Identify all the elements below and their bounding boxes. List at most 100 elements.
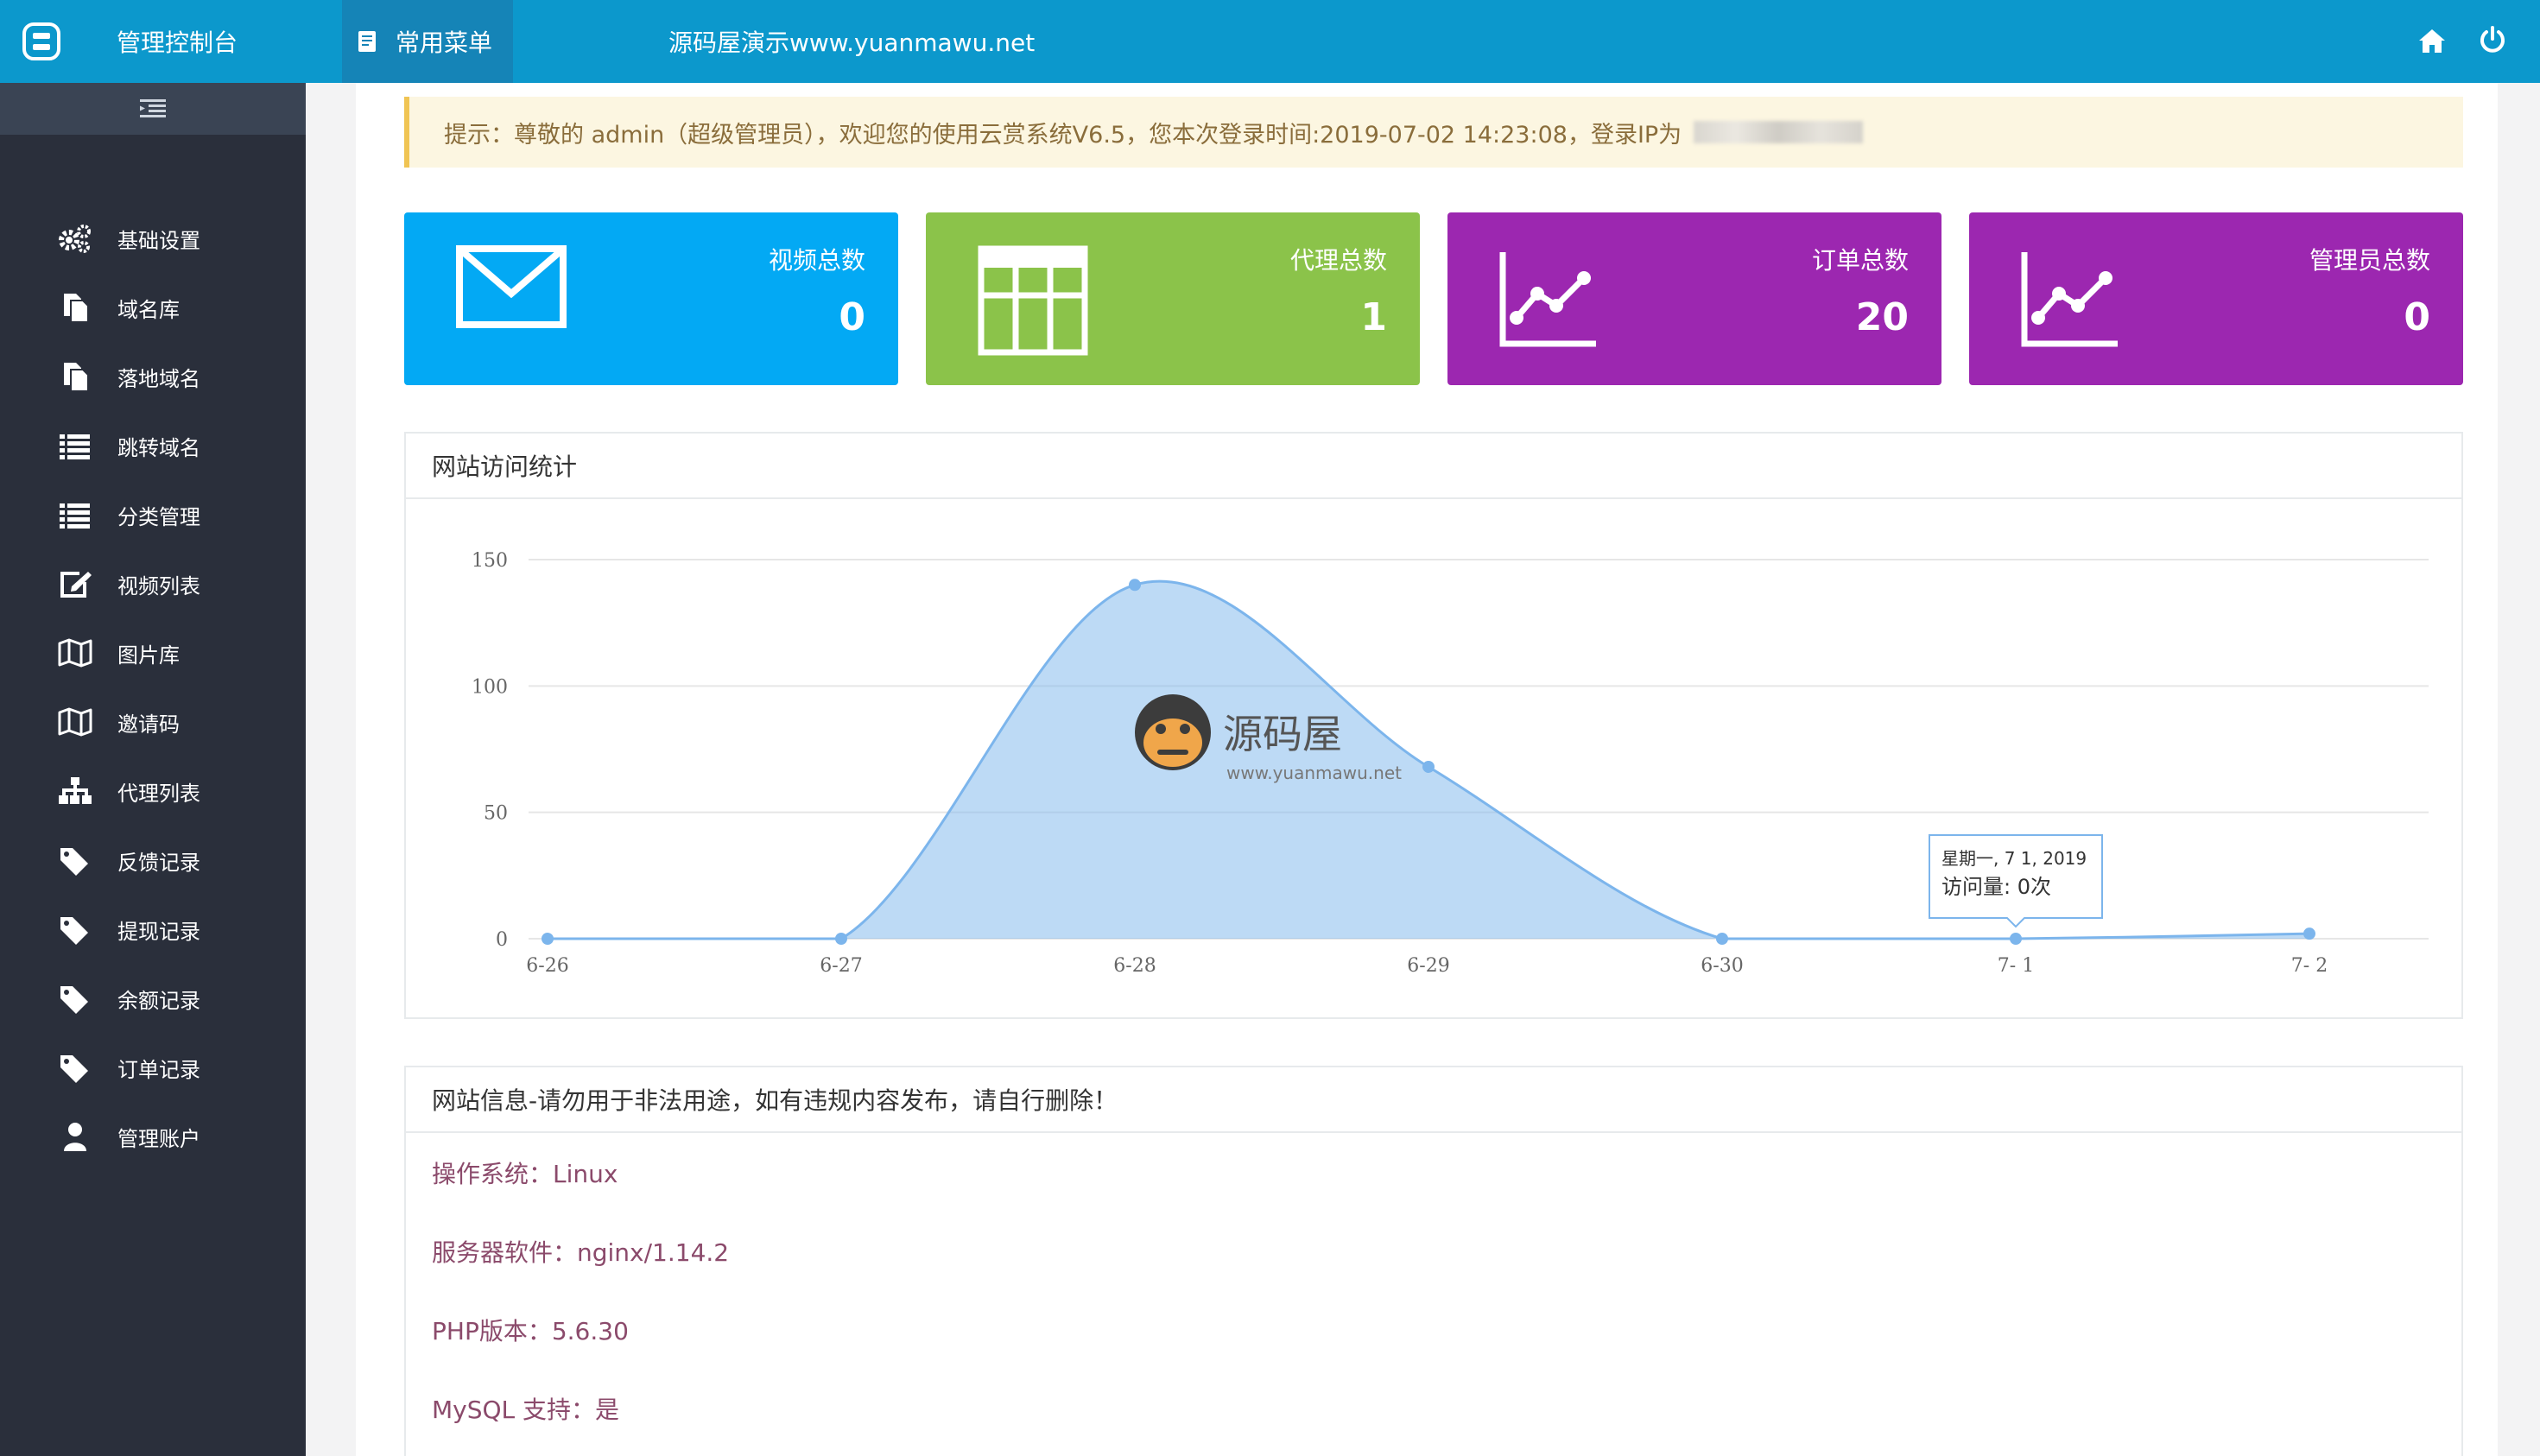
x-tick-label: 6-29 [1407, 955, 1449, 977]
y-tick-label: 50 [484, 803, 508, 825]
power-icon[interactable] [2477, 24, 2508, 55]
document-icon [358, 31, 376, 52]
stat-card-videos[interactable]: 视频总数 0 [404, 212, 898, 385]
monkey-eye [1180, 724, 1190, 734]
sitemap-icon [57, 775, 93, 807]
stat-cards: 视频总数 0 代理总数 1 订单总数 20 管理员总数 0 [404, 212, 2463, 385]
info-os: 操作系统：Linux [432, 1159, 618, 1188]
edit-icon [57, 568, 93, 599]
sidebar-item-redirect-domain[interactable]: 跳转域名 [0, 411, 306, 480]
sidebar-item-feedback-records[interactable]: 反馈记录 [0, 826, 306, 895]
watermark-name: 源码屋 [1223, 711, 1342, 757]
sidebar-item-label: 代理列表 [117, 781, 200, 806]
watermark-url: www.yuanmawu.net [1226, 763, 1402, 783]
card-value: 20 [1855, 295, 1909, 339]
site-info-title: 网站信息-请勿用于非法用途，如有违规内容发布，请自行删除！ [406, 1067, 2461, 1133]
monkey-mouth [1157, 750, 1188, 755]
card-label: 订单总数 [1811, 246, 1909, 275]
card-label: 管理员总数 [2309, 246, 2430, 275]
x-tick-label: 7- 2 [2291, 955, 2328, 977]
x-tick-label: 6-28 [1113, 955, 1156, 977]
info-php-version: PHP版本：5.6.30 [432, 1316, 629, 1345]
line-chart-icon [1499, 252, 1596, 347]
user-icon [57, 1121, 93, 1152]
gears-icon [57, 223, 93, 254]
sidebar-item-label: 余额记录 [117, 988, 200, 1013]
stat-card-admins[interactable]: 管理员总数 0 [1969, 212, 2463, 385]
sidebar-item-balance-records[interactable]: 余额记录 [0, 964, 306, 1033]
sidebar-item-landing-domain[interactable]: 落地域名 [0, 342, 306, 411]
stat-card-agents[interactable]: 代理总数 1 [926, 212, 1420, 385]
visit-stats-chart[interactable]: 0 50 100 150 6-26 6-27 6-28 6-29 6-30 7- 1 7- 2 星期一… [406, 499, 2461, 1017]
sidebar-item-domain-library[interactable]: 域名库 [0, 273, 306, 342]
sidebar-item-video-list[interactable]: 视频列表 [0, 549, 306, 618]
files-icon [57, 292, 93, 323]
sidebar-item-label: 管理账户 [117, 1126, 200, 1151]
x-tick-label: 6-30 [1701, 955, 1743, 977]
sidebar: 基础设置 域名库 落地域名 跳转域名 分类管理 视频列表 图片库 邀请码 代理列… [0, 83, 306, 1456]
map-icon [57, 706, 93, 737]
data-point [1422, 760, 1435, 773]
sidebar-item-label: 邀请码 [117, 712, 180, 737]
data-point [1129, 579, 1141, 592]
y-tick-label: 0 [496, 929, 508, 951]
info-server-software: 服务器软件：nginx/1.14.2 [432, 1238, 730, 1267]
monkey-face [1143, 719, 1202, 767]
x-tick-label: 6-26 [526, 955, 568, 977]
sidebar-item-label: 提现记录 [117, 919, 200, 944]
menu-collapse-icon [140, 99, 166, 117]
tooltip-value: 访问量: 0次 [1941, 875, 2051, 899]
data-point [2010, 933, 2022, 945]
files-icon [57, 361, 93, 392]
sidebar-item-category-management[interactable]: 分类管理 [0, 480, 306, 549]
sidebar-item-label: 分类管理 [117, 504, 200, 529]
sidebar-item-label: 图片库 [117, 643, 180, 668]
sidebar-item-label: 视频列表 [117, 573, 200, 598]
x-tick-label: 7- 1 [1998, 955, 2034, 977]
sidebar-toggle-button[interactable] [0, 83, 306, 135]
brand-logo-icon[interactable] [21, 21, 62, 62]
data-point [2303, 927, 2315, 940]
brand-title[interactable]: 管理控制台 [81, 0, 273, 83]
card-label: 视频总数 [768, 246, 865, 275]
card-label: 代理总数 [1289, 246, 1387, 275]
common-menu-label: 常用菜单 [396, 28, 493, 57]
tag-icon [57, 914, 93, 945]
sidebar-item-label: 基础设置 [117, 228, 200, 253]
visit-stats-panel: 网站访问统计 0 50 100 150 6-26 6-27 6-28 6-29 6-30 7- 1… [404, 432, 2463, 1019]
card-value: 1 [1360, 295, 1387, 339]
data-point [542, 933, 554, 945]
notice-text: 提示：尊敬的 admin（超级管理员），欢迎您的使用云赏系统V6.5，您本次登录… [444, 121, 1682, 149]
sidebar-item-label: 反馈记录 [117, 850, 200, 875]
tag-icon [57, 1052, 93, 1083]
envelope-icon [456, 245, 567, 328]
x-tick-label: 6-27 [820, 955, 862, 977]
map-icon [57, 637, 93, 668]
tooltip-date: 星期一, 7 1, 2019 [1941, 848, 2087, 869]
sidebar-item-admin-accounts[interactable]: 管理账户 [0, 1102, 306, 1171]
main-content: 提示：尊敬的 admin（超级管理员），欢迎您的使用云赏系统V6.5，您本次登录… [356, 83, 2498, 1456]
site-info-panel: 网站信息-请勿用于非法用途，如有违规内容发布，请自行删除！ 操作系统：Linux… [404, 1066, 2463, 1456]
common-menu-button[interactable]: 常用菜单 [342, 0, 513, 83]
list-icon [57, 430, 93, 461]
sidebar-item-image-library[interactable]: 图片库 [0, 618, 306, 687]
info-mysql-support: MySQL 支持：是 [432, 1395, 620, 1424]
sidebar-item-order-records[interactable]: 订单记录 [0, 1033, 306, 1102]
data-point [835, 933, 847, 945]
top-bar: 管理控制台 常用菜单 源码屋演示www.yuanmawu.net [0, 0, 2540, 83]
y-tick-label: 150 [472, 550, 508, 572]
sidebar-item-agent-list[interactable]: 代理列表 [0, 756, 306, 826]
sidebar-item-invite-code[interactable]: 邀请码 [0, 687, 306, 756]
list-icon [57, 499, 93, 530]
card-value: 0 [839, 295, 865, 339]
sidebar-item-label: 订单记录 [117, 1057, 200, 1082]
data-point [1716, 933, 1728, 945]
sidebar-nav: 基础设置 域名库 落地域名 跳转域名 分类管理 视频列表 图片库 邀请码 代理列… [0, 204, 306, 1171]
home-icon[interactable] [2416, 26, 2448, 57]
stat-card-orders[interactable]: 订单总数 20 [1447, 212, 1941, 385]
tag-icon [57, 845, 93, 876]
sidebar-item-label: 落地域名 [117, 366, 200, 391]
sidebar-item-label: 跳转域名 [117, 435, 200, 460]
sidebar-item-basic-settings[interactable]: 基础设置 [0, 204, 306, 273]
sidebar-item-withdrawal-records[interactable]: 提现记录 [0, 895, 306, 964]
